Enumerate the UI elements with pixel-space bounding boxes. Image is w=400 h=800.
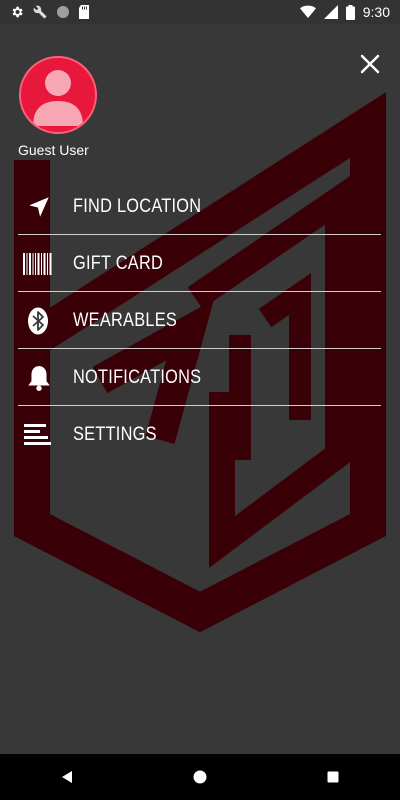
navigation-arrow-icon (18, 192, 58, 222)
menu-label: WEARABLES (73, 309, 178, 331)
user-silhouette-icon (33, 70, 83, 126)
barcode-icon (18, 249, 58, 279)
home-icon (193, 770, 207, 784)
close-icon (360, 54, 380, 74)
wifi-icon (299, 5, 316, 19)
home-button[interactable] (180, 757, 220, 797)
recents-button[interactable] (313, 757, 353, 797)
menu-label: GIFT CARD (73, 252, 164, 274)
settings-lines-icon (18, 420, 58, 450)
menu-item-notifications[interactable]: NOTIFICATIONS (18, 349, 381, 406)
menu-label: NOTIFICATIONS (73, 366, 202, 388)
circle-icon (57, 6, 69, 18)
menu-item-find-location[interactable]: FIND LOCATION (18, 178, 381, 235)
recents-icon (327, 771, 339, 783)
sd-card-icon (79, 5, 89, 19)
bluetooth-icon (18, 306, 58, 336)
menu-label: SETTINGS (73, 423, 157, 445)
status-left-icons (0, 5, 90, 19)
avatar[interactable] (19, 56, 97, 134)
signal-icon (323, 5, 338, 19)
status-bar: 9:30 (0, 0, 400, 24)
user-name: Guest User (18, 142, 89, 158)
back-button[interactable] (47, 757, 87, 797)
bell-icon (18, 363, 58, 393)
drawer-menu: FIND LOCATION GIFT CARD WEARABLES NOTIFI… (18, 178, 381, 463)
navigation-bar (0, 754, 400, 800)
status-time: 9:30 (362, 4, 390, 20)
status-right-icons: 9:30 (299, 4, 400, 20)
menu-item-gift-card[interactable]: GIFT CARD (18, 235, 381, 292)
close-button[interactable] (354, 48, 386, 80)
menu-item-settings[interactable]: SETTINGS (18, 406, 381, 463)
back-icon (61, 771, 72, 783)
menu-item-wearables[interactable]: WEARABLES (18, 292, 381, 349)
gear-icon (12, 6, 23, 18)
menu-label: FIND LOCATION (73, 195, 202, 217)
battery-icon (345, 4, 355, 20)
wrench-icon (33, 5, 47, 19)
